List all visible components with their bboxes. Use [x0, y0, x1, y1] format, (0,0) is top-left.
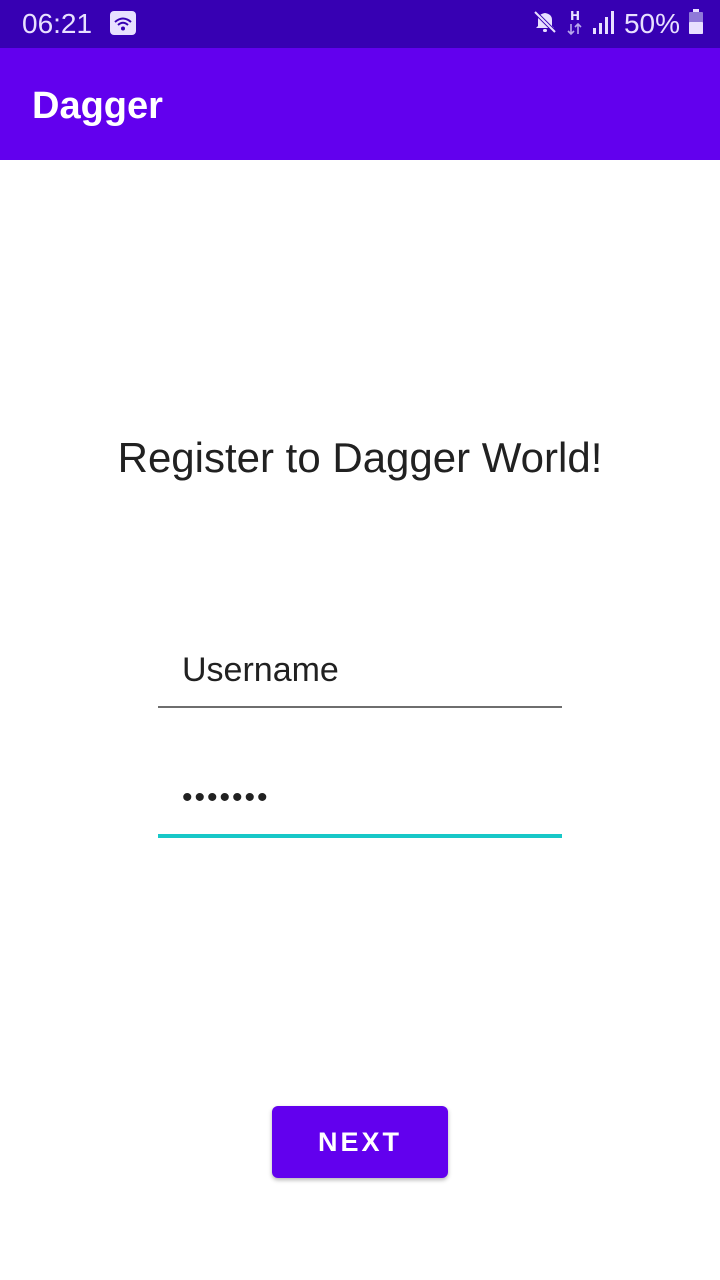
- app-title: Dagger: [32, 85, 163, 127]
- battery-icon: [688, 8, 704, 40]
- password-value: •••••••: [182, 781, 270, 814]
- mute-icon: [532, 9, 558, 40]
- network-h-icon: H: [566, 8, 584, 41]
- status-bar: 06:21 H 50%: [0, 0, 720, 48]
- username-field[interactable]: Username: [158, 640, 562, 708]
- status-icons: H 50%: [532, 8, 704, 40]
- svg-text:H: H: [570, 9, 580, 23]
- password-field[interactable]: •••••••: [158, 770, 562, 838]
- signal-icon: [592, 9, 616, 40]
- register-screen: 06:21 H 50% Dagger Register to Dagger Wo…: [0, 0, 720, 1280]
- wifi-icon: [110, 11, 136, 35]
- username-placeholder: Username: [182, 651, 339, 689]
- battery-percent: 50%: [623, 8, 680, 39]
- app-bar: Dagger: [0, 48, 720, 160]
- page-title: Register to Dagger World!: [117, 434, 603, 481]
- next-button[interactable]: NEXT: [272, 1106, 448, 1178]
- username-underline: [158, 706, 562, 708]
- status-time: 06:21: [22, 8, 93, 39]
- password-underline: [158, 834, 562, 838]
